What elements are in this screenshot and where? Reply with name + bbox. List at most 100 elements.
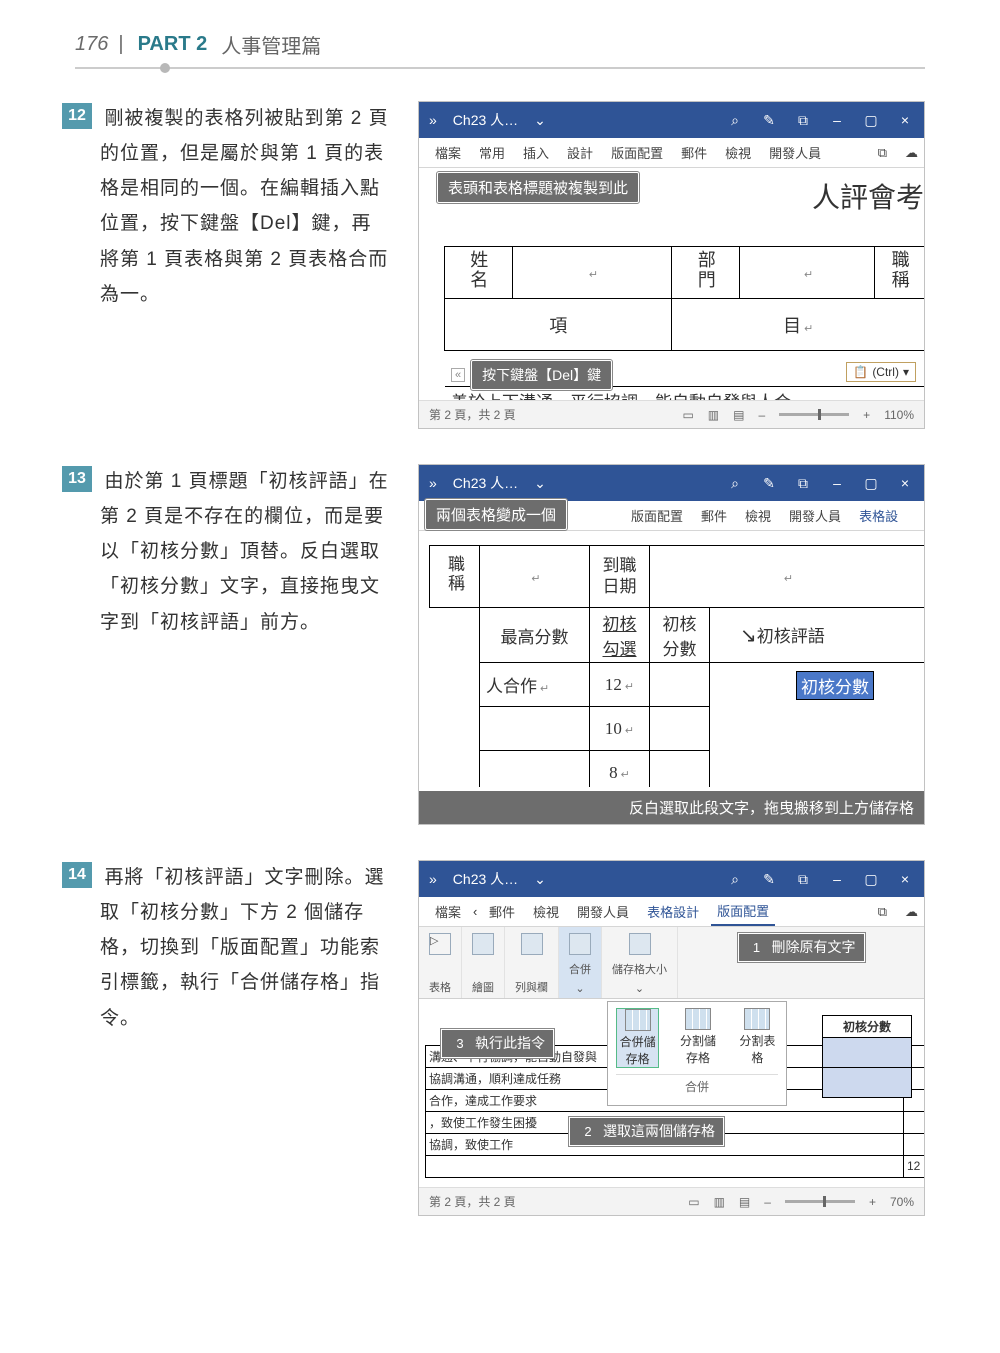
table-row: 人合作 12 初核分數 (430, 663, 925, 707)
tab[interactable]: 表格設計 (641, 898, 705, 925)
ribbon-tabs: 檔案 常用 插入 設計 版面配置 郵件 檢視 開發人員 ⧉ ☁ (419, 138, 924, 168)
callout-press-del: 按下鍵盤【Del】鍵 (471, 360, 612, 390)
word-screenshot-14: »Ch23 人…⌄ ⌕ ✎ ⧉ – ▢ × 檔案 ‹ 郵件 檢視 開發人員 表格… (418, 860, 925, 1216)
callout-header-copied: 表頭和表格標題被複製到此 (437, 172, 639, 203)
view-reading-icon[interactable]: ▭ (688, 1195, 699, 1209)
search-icon[interactable]: ⌕ (726, 870, 744, 888)
page-sep: | (118, 33, 123, 56)
tab[interactable]: 檢視 (719, 139, 757, 166)
document-area[interactable]: 職稱 到職日期 最高分數 初核勾選 初核分數 ↘初核評語 人合作 12 (419, 531, 924, 787)
ribbon-group-cellsize[interactable]: 儲存格大小⌄ (602, 927, 678, 998)
share-icon[interactable]: ☁ (899, 141, 924, 165)
minimize-icon[interactable]: – (828, 111, 846, 129)
tab[interactable]: 版面配置 (625, 502, 689, 529)
word-titlebar: »Ch23 人…⌄ ⌕ ✎ ⧉ – ▢ × (419, 861, 924, 897)
table: 職稱 到職日期 最高分數 初核勾選 初核分數 ↘初核評語 人合作 12 (429, 545, 924, 787)
clipboard-icon: 📋 (853, 365, 868, 379)
status-bar: 第 2 頁，共 2 頁 ▭ ▥ ▤ –+ 110% (419, 400, 924, 428)
ribbon-group-table[interactable]: ▷表格 (419, 927, 462, 998)
step-13: 13 由於第 1 頁標題「初核評語」在第 2 頁是不存在的欄位，而是要以「初核分… (100, 464, 925, 825)
share-icon[interactable]: ☁ (899, 900, 924, 924)
page-number: 176 (75, 33, 108, 56)
maximize-icon[interactable]: ▢ (862, 111, 880, 129)
merge-cells-button[interactable]: 合併儲存格 (616, 1008, 659, 1068)
tab[interactable]: 插入 (517, 139, 555, 166)
merge-dropdown[interactable]: 合併儲存格 分割儲存格 分割表格 合併 (607, 1001, 787, 1106)
step-body: 再將「初核評語」文字刪除。選取「初核分數」下方 2 個儲存格，切換到「版面配置」… (100, 867, 384, 1029)
part-label: PART 2 (138, 33, 208, 56)
search-icon[interactable]: ⌕ (726, 474, 744, 492)
zoom-percent[interactable]: 110% (884, 408, 914, 422)
document-area[interactable]: 表頭和表格標題被複製到此 人評會考 姓名 部門 職稱 項 目 « 按下鍵盤【De… (419, 168, 924, 400)
tab[interactable]: 郵件 (675, 139, 713, 166)
tab[interactable]: 開發人員 (763, 139, 827, 166)
step-number-badge: 14 (62, 862, 92, 888)
step-number-badge: 13 (62, 466, 92, 492)
table-row: 最高分數 初核勾選 初核分數 ↘初核評語 (430, 608, 925, 663)
ribbon-group-draw[interactable]: 繪圖 (462, 927, 505, 998)
zoom-slider[interactable] (779, 413, 849, 416)
step-12: 12 剛被複製的表格列被貼到第 2 頁的位置，但是屬於與第 1 頁的表格是相同的… (100, 101, 925, 429)
doc-filename: Ch23 人… (453, 110, 518, 130)
tab-layout-active[interactable]: 版面配置 (711, 897, 775, 926)
close-icon[interactable]: × (896, 111, 914, 129)
tab[interactable]: 常用 (473, 139, 511, 166)
tab[interactable]: 設計 (561, 139, 599, 166)
tab[interactable]: 檢視 (739, 502, 777, 529)
callout-select-cells: 2選取這兩個儲存格 (569, 1117, 724, 1146)
ribbon-group-rowscols[interactable]: 列與欄 (505, 927, 559, 998)
mini-right-table: 初核分數 (822, 1015, 912, 1098)
zoom-slider[interactable] (785, 1200, 855, 1203)
tab[interactable]: 郵件 (695, 502, 733, 529)
pen-icon[interactable]: ✎ (760, 111, 778, 129)
close-icon[interactable]: × (896, 474, 914, 492)
minimize-icon[interactable]: – (828, 474, 846, 492)
page-header: 176 | PART 2 人事管理篇 (0, 0, 1000, 67)
selected-text[interactable]: 初核分數 (796, 671, 874, 700)
step-number-badge: 12 (62, 103, 92, 129)
ribbon-panel: ▷表格 繪圖 列與欄 合併⌄ 儲存格大小⌄ 1刪除原有文字 (419, 927, 924, 999)
comments-icon[interactable]: ⧉ (872, 900, 893, 924)
paste-ctrl-box[interactable]: 📋 (Ctrl)▾ (846, 362, 916, 382)
table-row: 項 目 (445, 299, 925, 351)
tab[interactable]: 檢視 (527, 898, 565, 925)
zoom-percent[interactable]: 70% (890, 1195, 914, 1209)
status-bar: 第 2 頁，共 2 頁 ▭ ▥ ▤ –+ 70% (419, 1187, 924, 1215)
close-icon[interactable]: × (896, 870, 914, 888)
page-status: 第 2 頁，共 2 頁 (429, 406, 516, 423)
view-icon[interactable]: ⧉ (794, 111, 812, 129)
tab-table-design[interactable]: 表格設 (853, 502, 904, 529)
pen-icon[interactable]: ✎ (760, 870, 778, 888)
table-row: 12 (426, 1155, 925, 1177)
view-print-icon[interactable]: ▥ (714, 1195, 725, 1209)
word-screenshot-13: »Ch23 人…⌄ ⌕ ✎ ⧉ – ▢ × 兩個表格變成一個 版面配置 郵件 檢… (418, 464, 925, 825)
table: 姓名 部門 職稱 項 目 (444, 246, 924, 351)
word-screenshot-12: » Ch23 人… ⌄ ⌕ ✎ ⧉ – ▢ × 檔案 常用 插入 設計 版面配置… (418, 101, 925, 429)
callout-footer: 反白選取此段文字，拖曳搬移到上方儲存格 (419, 791, 924, 824)
comments-icon[interactable]: ⧉ (872, 141, 893, 165)
pen-icon[interactable]: ✎ (760, 474, 778, 492)
view-web-icon[interactable]: ▤ (733, 408, 744, 422)
maximize-icon[interactable]: ▢ (862, 870, 880, 888)
split-cells-button[interactable]: 分割儲存格 (677, 1008, 718, 1068)
minimize-icon[interactable]: – (828, 870, 846, 888)
view-web-icon[interactable]: ▤ (739, 1195, 750, 1209)
ribbon-group-merge[interactable]: 合併⌄ (559, 927, 602, 998)
tab[interactable]: 檔案 (429, 139, 467, 166)
search-icon[interactable]: ⌕ (726, 111, 744, 129)
tab[interactable]: 版面配置 (605, 139, 669, 166)
view-icon[interactable]: ⧉ (794, 474, 812, 492)
callout-merged-table: 兩個表格變成一個 (425, 499, 567, 530)
callout-run-command: 3執行此指令 (441, 1029, 554, 1058)
view-print-icon[interactable]: ▥ (708, 408, 719, 422)
view-reading-icon[interactable]: ▭ (682, 408, 693, 422)
maximize-icon[interactable]: ▢ (862, 474, 880, 492)
view-icon[interactable]: ⧉ (794, 870, 812, 888)
tab[interactable]: 郵件 (483, 898, 521, 925)
tab[interactable]: 開發人員 (571, 898, 635, 925)
ribbon-tabs: 兩個表格變成一個 版面配置 郵件 檢視 開發人員 表格設 (419, 501, 924, 531)
step-14: 14 再將「初核評語」文字刪除。選取「初核分數」下方 2 個儲存格，切換到「版面… (100, 860, 925, 1216)
split-table-button[interactable]: 分割表格 (737, 1008, 778, 1068)
tab[interactable]: 檔案 (429, 898, 467, 925)
tab[interactable]: 開發人員 (783, 502, 847, 529)
